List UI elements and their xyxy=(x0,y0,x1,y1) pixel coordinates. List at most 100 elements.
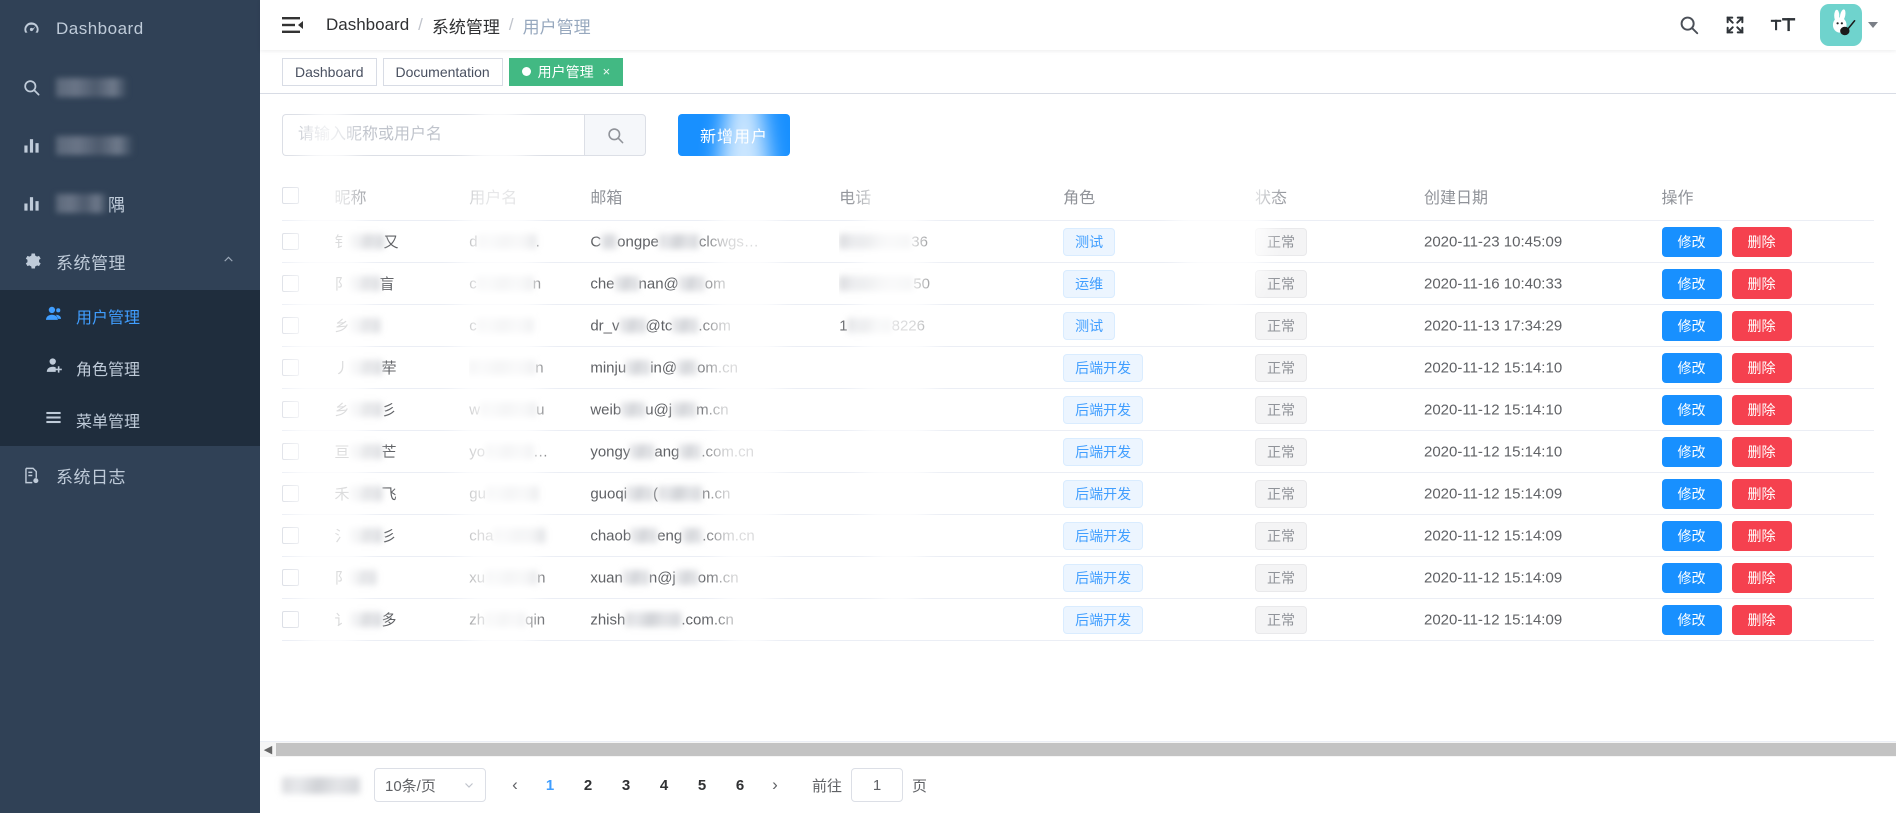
delete-button[interactable]: 删除 xyxy=(1731,352,1792,383)
cell-email: chaob eng .com.cn xyxy=(590,514,840,557)
tabs-bar: Dashboard Documentation 用户管理 × xyxy=(260,50,1896,94)
scroll-left-arrow[interactable]: ◀ xyxy=(260,743,276,756)
page-button-2[interactable]: 2 xyxy=(570,769,606,801)
chart-icon xyxy=(22,136,56,155)
row-checkbox[interactable] xyxy=(282,569,299,587)
page-button-1[interactable]: 1 xyxy=(532,769,568,801)
sidebar-item-label: 用户管理 xyxy=(76,310,141,327)
row-checkbox[interactable] xyxy=(282,275,299,293)
delete-button[interactable]: 删除 xyxy=(1731,562,1792,593)
edit-button[interactable]: 修改 xyxy=(1661,436,1722,467)
role-tag: 后端开发 xyxy=(1063,563,1144,592)
chevron-down-icon[interactable] xyxy=(1868,22,1878,28)
total-count-redacted xyxy=(282,776,360,794)
row-checkbox[interactable] xyxy=(282,317,299,335)
cell-state: 正常 xyxy=(1254,220,1424,263)
breadcrumb-item[interactable]: 系统管理 xyxy=(432,13,500,38)
add-user-button[interactable]: 新增用户 xyxy=(678,114,791,156)
cell-phone xyxy=(839,388,1064,431)
select-all-checkbox[interactable] xyxy=(282,187,299,205)
horizontal-scrollbar[interactable]: ◀ xyxy=(260,741,1896,757)
delete-button[interactable]: 删除 xyxy=(1731,268,1792,299)
status-badge: 正常 xyxy=(1254,437,1307,466)
page-button-3[interactable]: 3 xyxy=(608,769,644,801)
breadcrumb-item[interactable]: Dashboard xyxy=(326,15,409,35)
status-badge: 正常 xyxy=(1254,227,1307,256)
row-checkbox[interactable] xyxy=(282,359,299,377)
cell-username: cn xyxy=(469,262,591,305)
edit-button[interactable]: 修改 xyxy=(1661,268,1722,299)
row-select-cell xyxy=(282,556,335,599)
search-input[interactable] xyxy=(282,114,584,156)
sidebar-item-system-management[interactable]: 系统管理 xyxy=(0,232,260,290)
table-row: 氵彡 cha chaob eng .com.cn 后端开发 正常 2020-11-12 15:… xyxy=(282,514,1874,557)
avatar[interactable] xyxy=(1820,4,1878,46)
rabbit-avatar[interactable] xyxy=(1820,4,1862,46)
sidebar-item-redacted-1[interactable] xyxy=(0,58,260,116)
edit-button[interactable]: 修改 xyxy=(1661,478,1722,509)
tab-用户管理[interactable]: 用户管理 × xyxy=(508,57,624,86)
search-group xyxy=(282,114,646,156)
tab-Dashboard[interactable]: Dashboard xyxy=(282,57,377,86)
column-header: 角色 xyxy=(1063,172,1255,221)
cell-phone: 36 xyxy=(839,220,1064,263)
sidebar-item-role-management[interactable]: 角色管理 xyxy=(0,342,260,394)
edit-button[interactable]: 修改 xyxy=(1661,520,1722,551)
row-checkbox[interactable] xyxy=(282,527,299,545)
row-select-cell xyxy=(282,388,335,431)
delete-button[interactable]: 删除 xyxy=(1731,394,1792,425)
prev-page-button[interactable]: ‹ xyxy=(500,769,530,801)
table-header-row: 昵称 用户名 邮箱 电话 角色 状态 创建日期 操作 xyxy=(282,172,1874,221)
delete-button[interactable]: 删除 xyxy=(1731,478,1792,509)
cell-nickname: 丿荦 xyxy=(334,346,470,389)
close-icon[interactable]: × xyxy=(603,64,611,79)
sidebar-item-dashboard[interactable]: Dashboard xyxy=(0,0,260,58)
cell-date: 2020-11-12 15:14:09 xyxy=(1423,556,1662,599)
page-button-4[interactable]: 4 xyxy=(646,769,682,801)
edit-button[interactable]: 修改 xyxy=(1661,310,1722,341)
delete-button[interactable]: 删除 xyxy=(1731,520,1792,551)
sidebar-item-user-management[interactable]: 用户管理 xyxy=(0,290,260,342)
edit-button[interactable]: 修改 xyxy=(1661,226,1722,257)
edit-button[interactable]: 修改 xyxy=(1661,394,1722,425)
sidebar-item-redacted-2[interactable] xyxy=(0,116,260,174)
search-icon[interactable] xyxy=(1678,14,1700,36)
row-checkbox[interactable] xyxy=(282,401,299,419)
page-button-6[interactable]: 6 xyxy=(722,769,758,801)
cell-phone: 1 8226 xyxy=(839,304,1064,347)
tab-Documentation[interactable]: Documentation xyxy=(382,57,503,86)
jump-page-input[interactable] xyxy=(851,768,904,802)
cell-state: 正常 xyxy=(1254,514,1424,557)
font-size-icon[interactable] xyxy=(1770,14,1796,36)
fullscreen-icon[interactable] xyxy=(1724,14,1746,36)
cell-state: 正常 xyxy=(1254,556,1424,599)
delete-button[interactable]: 删除 xyxy=(1731,604,1792,635)
hamburger-collapse-icon[interactable] xyxy=(278,10,308,40)
scroll-track[interactable] xyxy=(276,743,1896,756)
row-checkbox[interactable] xyxy=(282,611,299,629)
row-checkbox[interactable] xyxy=(282,485,299,503)
search-button[interactable] xyxy=(584,114,646,156)
cell-actions: 修改 删除 xyxy=(1661,472,1874,515)
role-tag: 后端开发 xyxy=(1063,605,1144,634)
cell-actions: 修改 删除 xyxy=(1661,304,1874,347)
row-checkbox[interactable] xyxy=(282,443,299,461)
table-row: 禾飞 gu guoqi(n.cn 后端开发 正常 2020-11-12 15:14:09 修… xyxy=(282,472,1874,515)
page-button-5[interactable]: 5 xyxy=(684,769,720,801)
edit-button[interactable]: 修改 xyxy=(1661,562,1722,593)
delete-button[interactable]: 删除 xyxy=(1731,436,1792,467)
row-select-cell xyxy=(282,262,335,305)
row-checkbox[interactable] xyxy=(282,233,299,251)
sidebar-item-label: 系统管理 xyxy=(56,253,126,273)
next-page-button[interactable]: › xyxy=(760,769,790,801)
sidebar-item-redacted-3[interactable]: 隅 xyxy=(0,174,260,232)
delete-button[interactable]: 删除 xyxy=(1731,310,1792,341)
edit-button[interactable]: 修改 xyxy=(1661,604,1722,635)
page-size-select[interactable]: 10条/页 xyxy=(374,768,486,802)
edit-button[interactable]: 修改 xyxy=(1661,352,1722,383)
sidebar-item-menu-management[interactable]: 菜单管理 xyxy=(0,394,260,446)
sidebar-item-system-log[interactable]: 系统日志 xyxy=(0,446,260,504)
delete-button[interactable]: 删除 xyxy=(1731,226,1792,257)
row-select-cell xyxy=(282,346,335,389)
cell-actions: 修改 删除 xyxy=(1661,388,1874,431)
